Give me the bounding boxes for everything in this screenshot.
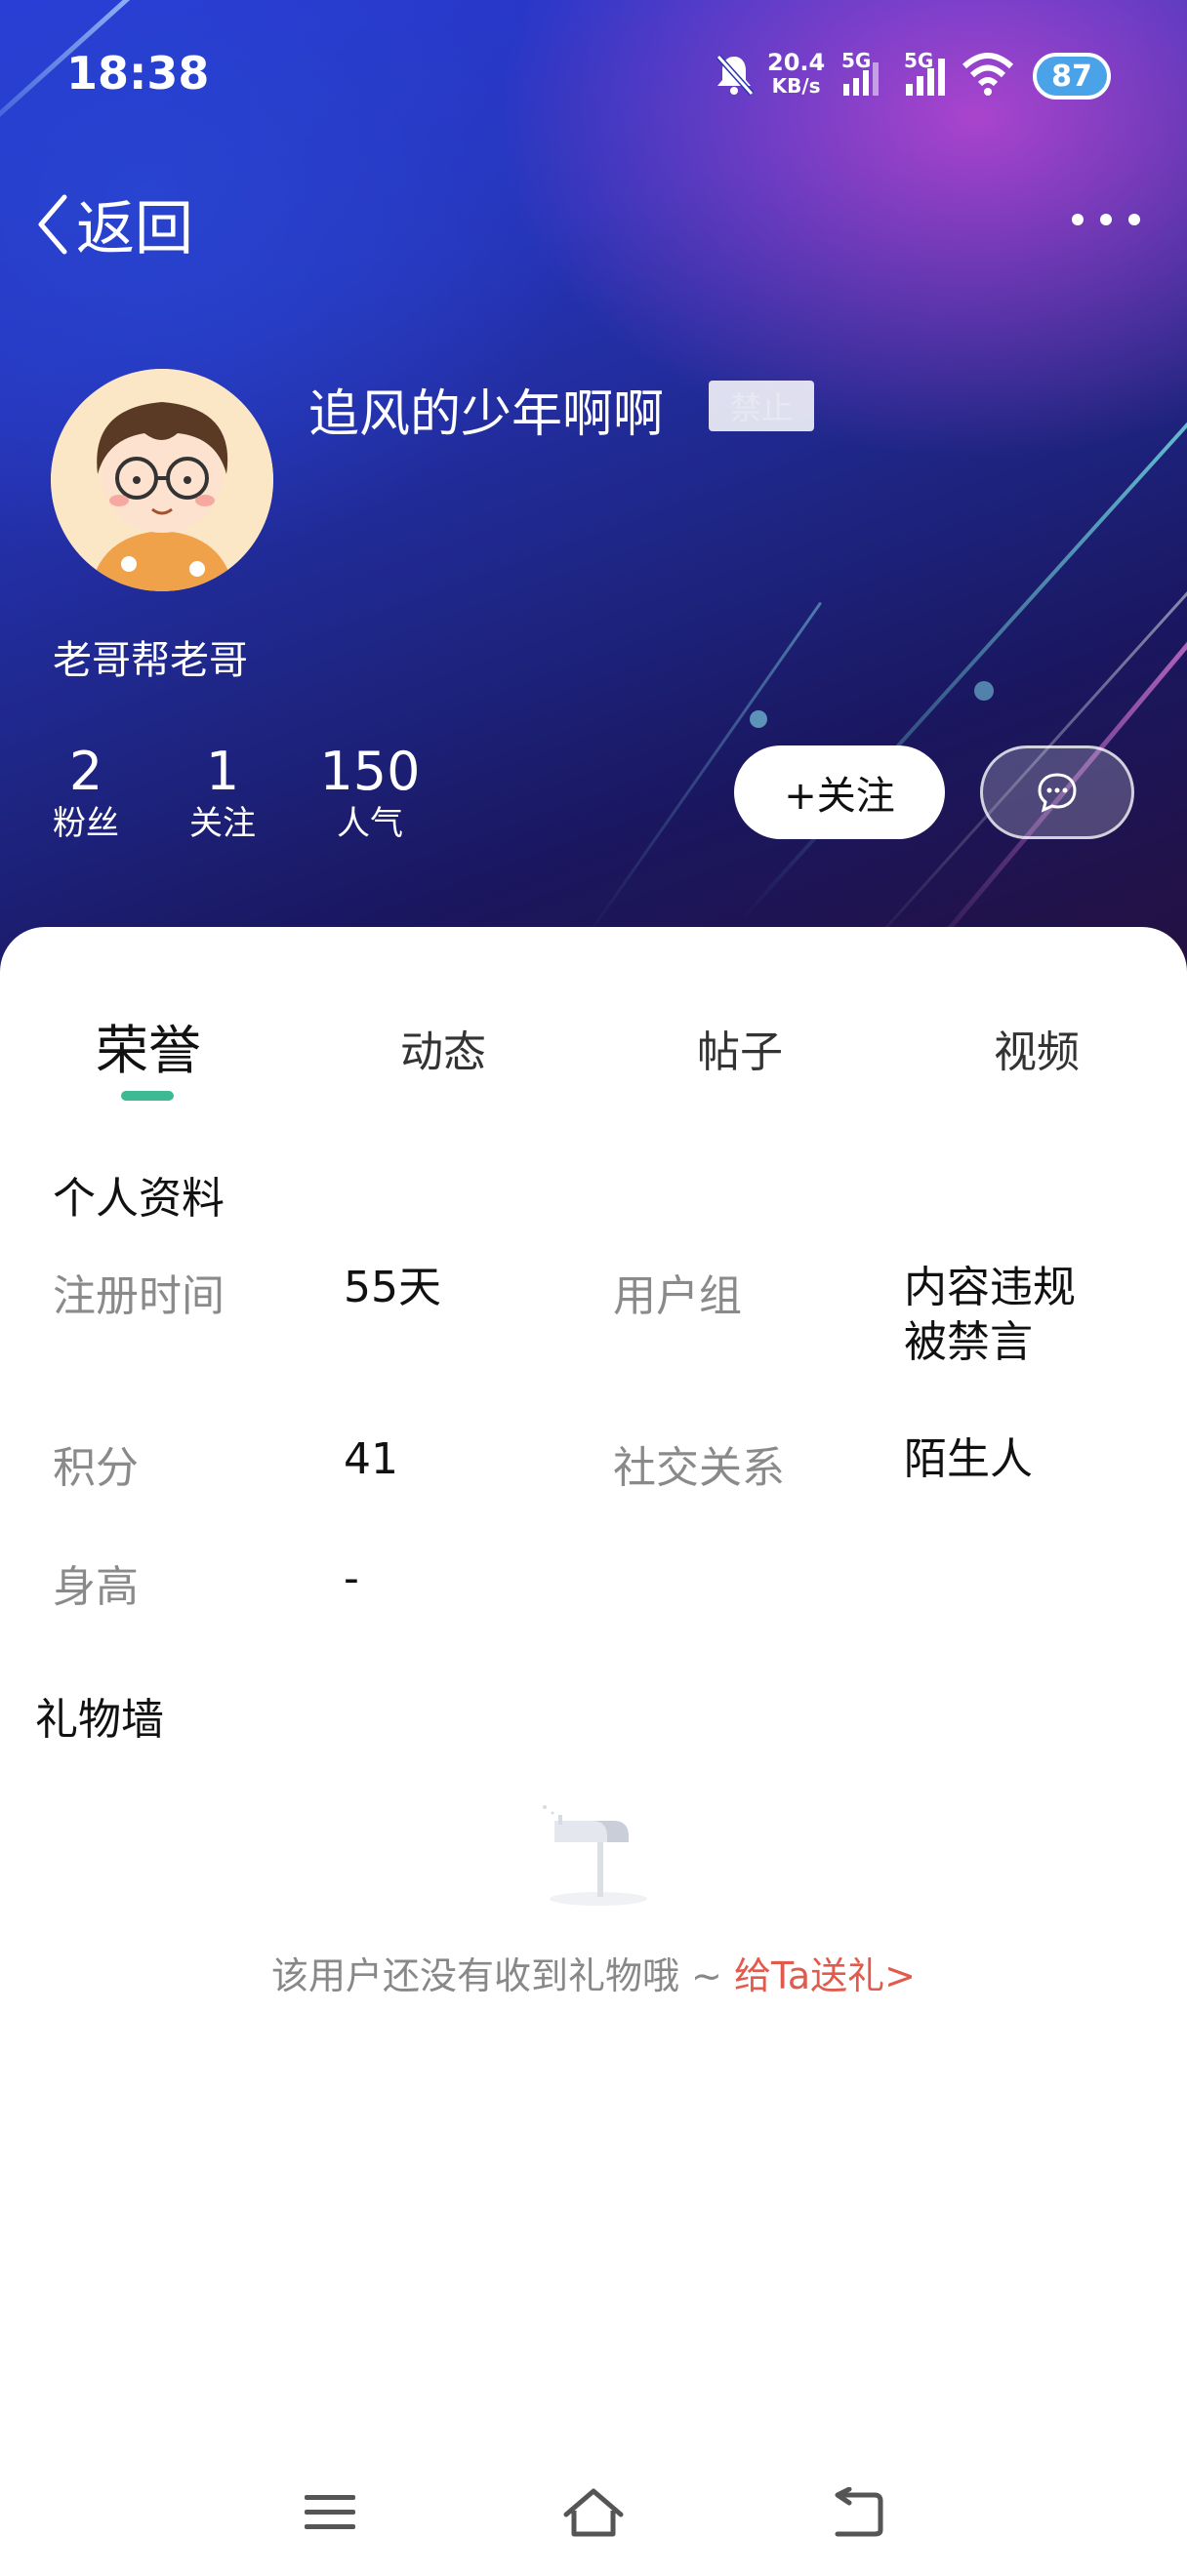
empty-mailbox-icon	[535, 1801, 662, 1909]
field-value-line: 内容违规	[904, 1263, 1076, 1312]
tab-honor[interactable]: 荣誉	[96, 1007, 201, 1084]
stat-following[interactable]: 1 关注	[182, 742, 264, 845]
stat-fans[interactable]: 2 粉丝	[45, 742, 127, 845]
tab-videos[interactable]: 视频	[994, 1017, 1080, 1079]
net-speed-unit: KB/s	[771, 74, 821, 98]
field-label-points: 积分	[53, 1443, 139, 1493]
stat-value: 150	[319, 741, 421, 802]
signal-label: 5G	[904, 49, 934, 72]
chevron-left-icon	[38, 194, 67, 254]
more-dots-icon[interactable]	[1072, 195, 1140, 244]
status-badge-label: 禁止	[729, 389, 793, 426]
tab-active-indicator	[121, 1091, 174, 1101]
mute-bell-icon	[713, 51, 756, 101]
field-value-social-relation: 陌生人	[904, 1434, 1033, 1484]
tab-posts[interactable]: 帖子	[697, 1017, 783, 1079]
stat-value: 2	[68, 741, 103, 802]
stat-popularity: 150 人气	[314, 742, 426, 845]
stat-value: 1	[205, 741, 240, 802]
home-icon[interactable]	[554, 2478, 633, 2547]
battery-icon: 87	[1033, 53, 1111, 100]
stat-label: 人气	[337, 804, 403, 843]
status-badge: 禁止	[709, 381, 814, 431]
back-icon[interactable]	[818, 2478, 896, 2547]
send-gift-link[interactable]: 给Ta送礼>	[734, 1954, 916, 1997]
field-value-line: 被禁言	[904, 1317, 1033, 1367]
field-value-user-group: 内容违规 被禁言	[904, 1261, 1076, 1370]
status-bar: 18:38 20.4 KB/s 5G 5G 87	[0, 0, 1187, 156]
field-value-register-time: 55天	[344, 1263, 441, 1312]
username: 追风的少年啊啊	[308, 385, 665, 444]
status-time: 18:38	[66, 47, 210, 100]
field-label-user-group: 用户组	[613, 1271, 742, 1321]
field-value-points: 41	[344, 1434, 398, 1484]
follow-button[interactable]: +关注	[734, 745, 945, 839]
gift-empty-text: 该用户还没有收到礼物哦 ~	[270, 1954, 734, 1997]
net-speed-value: 20.4	[767, 49, 826, 76]
tab-activity[interactable]: 动态	[400, 1017, 486, 1079]
back-label: 返回	[76, 195, 193, 263]
back-button[interactable]: 返回	[35, 181, 193, 266]
wifi-icon	[961, 51, 1015, 101]
user-signature: 老哥帮老哥	[53, 638, 248, 683]
chat-bubble-icon	[1038, 773, 1077, 813]
gift-empty-message: 该用户还没有收到礼物哦 ~ 给Ta送礼>	[0, 1946, 1187, 1999]
gift-wall-title: 礼物墙	[35, 1695, 164, 1745]
field-label-social-relation: 社交关系	[613, 1443, 785, 1493]
stat-label: 粉丝	[53, 804, 119, 843]
system-nav-bar	[0, 2459, 1187, 2556]
avatar[interactable]	[51, 369, 273, 591]
signal-icon: 5G	[902, 49, 951, 103]
personal-info-title: 个人资料	[53, 1174, 225, 1224]
signal-icon: 5G	[839, 49, 882, 103]
net-speed: 20.4 KB/s	[767, 51, 825, 98]
field-label-register-time: 注册时间	[53, 1271, 225, 1321]
stat-label: 关注	[189, 804, 256, 843]
message-button[interactable]	[980, 745, 1134, 839]
field-value-height: -	[344, 1553, 359, 1603]
field-label-height: 身高	[53, 1562, 139, 1612]
menu-icon[interactable]	[291, 2478, 369, 2547]
signal-label: 5G	[841, 49, 872, 72]
